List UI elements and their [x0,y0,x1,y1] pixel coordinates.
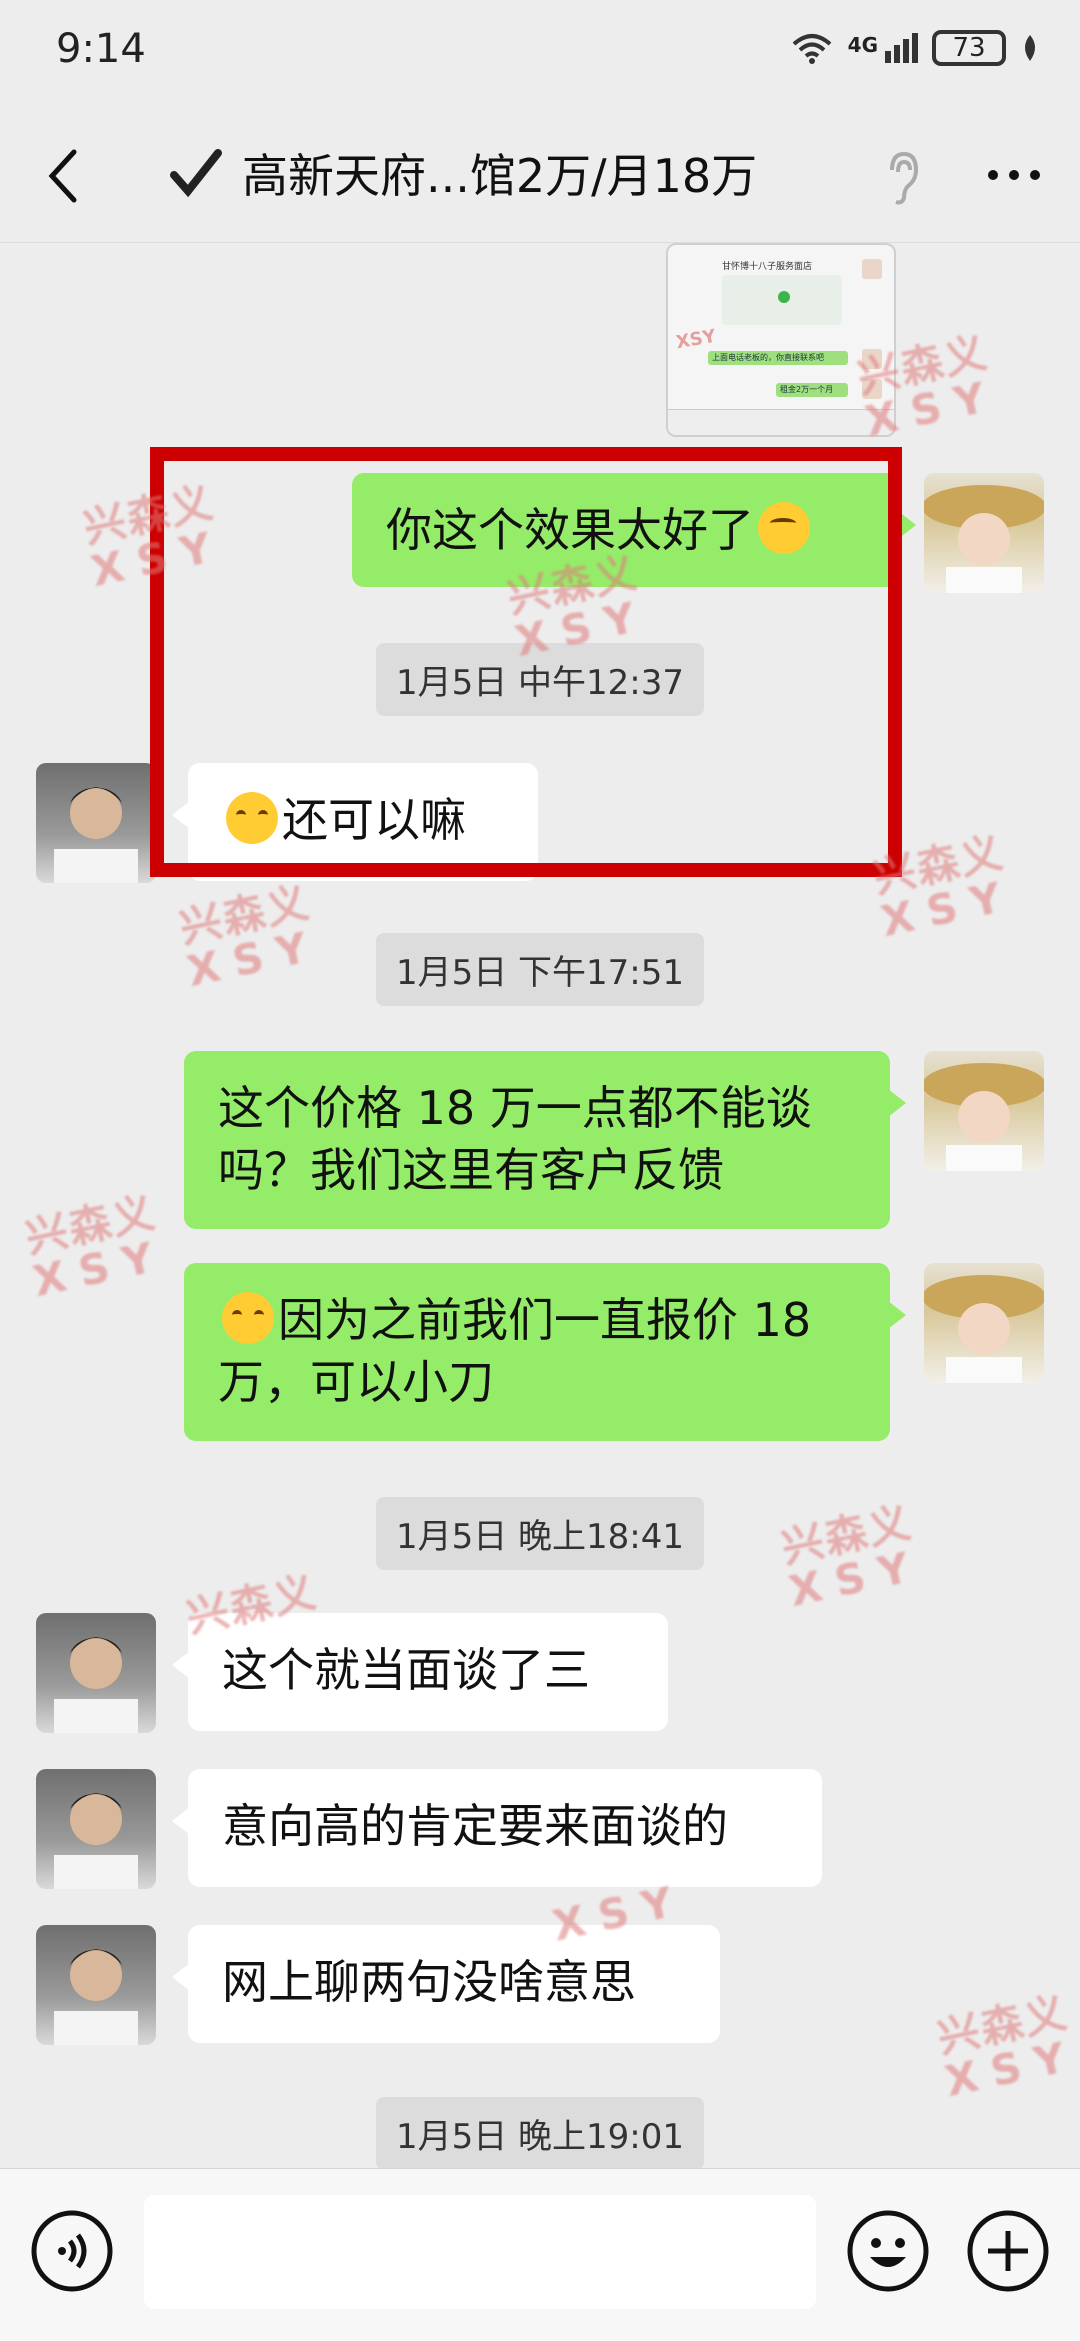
my-avatar[interactable] [924,1051,1044,1171]
signal-bar [903,39,909,63]
chat-title: 高新天府...馆2万/月18万 [242,149,758,203]
message-timestamp: 1月5日 下午17:51 [375,933,705,1006]
thumbnail-avatar [862,259,882,279]
add-icon[interactable] [966,2209,1050,2293]
watermark: 兴森义 XSY [777,1497,928,1617]
message-text: 意向高的肯定要来面谈的 [222,1799,728,1853]
signal-bar [894,45,900,63]
contact-avatar[interactable] [36,1769,156,1889]
message-bubble[interactable]: 意向高的肯定要来面谈的 [172,1769,822,1887]
ear-icon[interactable] [884,150,920,206]
thumbnail-avatar [862,379,882,399]
signal-bar [885,51,891,63]
crying-face-icon [222,1292,274,1344]
highlight-box [150,447,902,877]
chat-message-list[interactable]: 甘怀博十八子服务面店 上面电话老板的，你直接联系吧 租金2万一个月 XSY 你这… [0,243,1080,2168]
message-input[interactable] [144,2195,816,2309]
contact-avatar[interactable] [36,763,156,883]
signal-bar [912,33,918,63]
battery-indicator: 73 [932,30,1006,66]
message-text: 网上聊两句没啥意思 [222,1955,636,2009]
contact-avatar[interactable] [36,1925,156,2045]
status-time: 9:14 [56,26,146,72]
thumbnail-title: 甘怀博十八子服务面店 [722,262,813,272]
shared-screenshot-thumbnail[interactable]: 甘怀博十八子服务面店 上面电话老板的，你直接联系吧 租金2万一个月 XSY [666,243,896,437]
my-avatar[interactable] [924,473,1044,593]
wifi-icon [792,34,831,64]
thumbnail-line1: 上面电话老板的，你直接联系吧 [712,353,824,362]
chat-input-bar [0,2168,1080,2341]
thumbnail-inputbar [668,409,894,435]
leaf-icon [1025,35,1035,61]
message-bubble[interactable]: 这个就当面谈了三 [172,1613,668,1731]
thumbnail-line2: 租金2万一个月 [780,385,834,394]
message-bubble[interactable]: 这个价格 18 万一点都不能谈吗？我们这里有客户反馈 [184,1051,906,1229]
message-text: 因为之前我们一直报价 18 万，可以小刀 [218,1293,812,1409]
watermark: 兴森义 XSY [175,877,326,997]
message-text: 这个就当面谈了三 [222,1643,590,1697]
message-timestamp: 1月5日 晚上18:41 [375,1497,705,1570]
status-bar: 9:14 4G 73 [0,0,1080,110]
network-indicator: 4G [848,33,918,63]
watermark: 兴森义 XSY [933,1987,1080,2107]
contact-avatar[interactable] [36,1613,156,1733]
emoji-icon[interactable] [846,2209,930,2293]
check-icon [170,149,222,198]
status-icons: 4G 73 [790,30,1040,66]
back-icon[interactable] [44,146,84,206]
chat-header: 高新天府...馆2万/月18万 [0,110,1080,243]
map-pin-icon [778,291,790,303]
thumbnail-watermark: XSY [674,325,718,354]
thumbnail-avatar [862,349,882,369]
message-text: 这个价格 18 万一点都不能谈吗？我们这里有客户反馈 [218,1081,812,1197]
voice-input-icon[interactable] [30,2209,114,2293]
network-type: 4G [847,33,878,57]
my-avatar[interactable] [924,1263,1044,1383]
watermark: 兴森义 XSY [21,1187,172,1307]
more-icon[interactable] [986,168,1042,182]
message-bubble[interactable]: 网上聊两句没啥意思 [172,1925,720,2043]
chat-title-area[interactable]: 高新天府...馆2万/月18万 [168,140,757,206]
message-timestamp: 1月5日 晚上19:01 [375,2097,705,2168]
message-bubble[interactable]: 因为之前我们一直报价 18 万，可以小刀 [184,1263,906,1441]
